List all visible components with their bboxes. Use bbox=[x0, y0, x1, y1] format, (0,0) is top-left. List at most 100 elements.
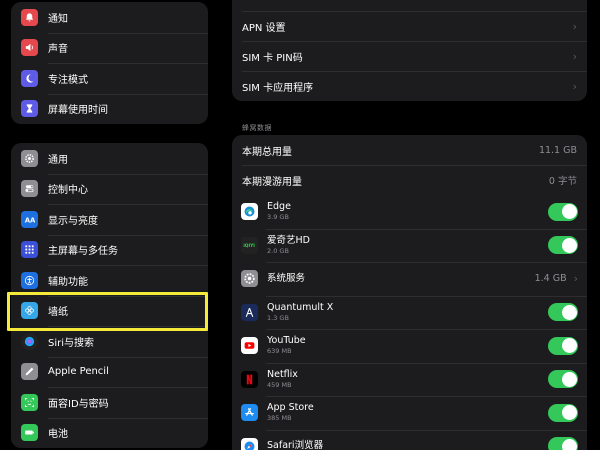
app-row-quantumult: Quantumult X 1.3 GB bbox=[232, 295, 587, 330]
app-row-system-services[interactable]: 系统服务 1.4 GB › bbox=[232, 262, 587, 296]
chevron-right-icon: › bbox=[573, 272, 578, 286]
pencil-icon bbox=[21, 363, 38, 381]
sidebar-item-label: 声音 bbox=[48, 44, 68, 56]
quantumult-cellular-toggle[interactable] bbox=[548, 303, 578, 322]
app-usage: 1.3 GB bbox=[267, 313, 289, 322]
gear-icon bbox=[241, 270, 258, 288]
app-name: App Store bbox=[267, 402, 314, 414]
app-name: Safari浏览器 bbox=[267, 440, 324, 450]
faceid-icon bbox=[21, 393, 38, 411]
sidebar-item-focus[interactable]: 专注模式 bbox=[11, 63, 208, 94]
sidebar-item-label: 电池 bbox=[48, 429, 68, 441]
sidebar-item-accessibility[interactable]: 辅助功能 bbox=[11, 265, 208, 296]
sidebar-item-siri[interactable]: Siri与搜索 bbox=[11, 326, 208, 357]
app-name: YouTube bbox=[267, 335, 306, 347]
sidebar-item-label: 通知 bbox=[48, 13, 68, 25]
sidebar-item-display[interactable]: AA 显示与亮度 bbox=[11, 204, 208, 235]
cellular-usage-group: 本期总用量 11.1 GB 本期漫游用量 0 字节 Edge 3.9 GB iQ… bbox=[232, 135, 587, 450]
flower-icon bbox=[21, 302, 38, 320]
switches-icon bbox=[21, 180, 38, 198]
speaker-icon bbox=[21, 39, 38, 57]
sidebar-item-sounds[interactable]: 声音 bbox=[11, 32, 208, 64]
sidebar-item-general[interactable]: 通用 bbox=[11, 143, 208, 174]
roaming-usage-row: 本期漫游用量 0 字节 bbox=[232, 165, 587, 195]
youtube-icon bbox=[241, 337, 258, 355]
row-value: 11.1 GB bbox=[538, 144, 577, 156]
sidebar-item-label: Apple Pencil bbox=[48, 366, 109, 378]
siri-icon bbox=[21, 332, 38, 350]
sidebar-item-label: 专注模式 bbox=[48, 74, 88, 86]
sim-applications-row[interactable]: SIM 卡应用程序 › bbox=[232, 71, 587, 101]
sidebar-item-label: 控制中心 bbox=[48, 185, 88, 197]
sim-pin-row[interactable]: SIM 卡 PIN码 › bbox=[232, 41, 587, 71]
app-name: 爱奇艺HD bbox=[267, 234, 310, 246]
grid-icon bbox=[21, 241, 38, 259]
sidebar-item-label: 屏幕使用时间 bbox=[48, 105, 108, 117]
app-row-safari: Safari浏览器 bbox=[232, 429, 587, 450]
safari-cellular-toggle[interactable] bbox=[548, 437, 578, 450]
sidebar-item-label: 面容ID与密码 bbox=[48, 398, 109, 410]
app-row-youtube: YouTube 639 MB bbox=[232, 329, 587, 363]
app-usage: 2.0 GB bbox=[267, 246, 289, 255]
chevron-right-icon: › bbox=[572, 19, 577, 33]
appstore-icon bbox=[241, 404, 258, 422]
app-row-edge: Edge 3.9 GB bbox=[232, 195, 587, 229]
safari-icon bbox=[241, 437, 258, 450]
battery-icon bbox=[21, 424, 38, 442]
aa-icon: AA bbox=[21, 210, 38, 228]
cellular-data-section-header: 蜂窝数据 bbox=[242, 124, 272, 132]
sidebar-item-control-center[interactable]: 控制中心 bbox=[11, 173, 208, 205]
sidebar-item-face-id[interactable]: 面容ID与密码 bbox=[11, 387, 208, 418]
chevron-right-icon: › bbox=[572, 49, 577, 63]
sidebar-item-notifications[interactable]: 通知 bbox=[11, 2, 208, 33]
netflix-cellular-toggle[interactable] bbox=[548, 370, 578, 389]
accessibility-icon bbox=[21, 271, 38, 289]
gear-icon bbox=[21, 149, 38, 167]
row-label: SIM 卡 PIN码 bbox=[242, 52, 303, 64]
row-label: 本期漫游用量 bbox=[242, 176, 302, 188]
sidebar-item-wallpaper[interactable]: 墙纸 bbox=[11, 295, 208, 327]
app-usage: 3.9 GB bbox=[267, 213, 289, 222]
app-usage: 385 MB bbox=[267, 414, 292, 423]
row-label: 本期总用量 bbox=[242, 146, 292, 158]
sidebar-item-label: 通用 bbox=[48, 154, 68, 166]
cellular-data-panel: APN 设置 › SIM 卡 PIN码 › SIM 卡应用程序 › 蜂窝数据 本… bbox=[216, 0, 600, 450]
sidebar-item-label: 墙纸 bbox=[48, 307, 68, 319]
app-usage: 1.4 GB bbox=[534, 273, 567, 285]
sidebar-item-label: 辅助功能 bbox=[48, 276, 88, 288]
iqiyi-icon: iQIYI bbox=[241, 236, 258, 254]
settings-sidebar: 通知 声音 专注模式 屏幕使用时间 通用 控制中心 AA 显示与亮度 主屏幕与多… bbox=[0, 0, 216, 450]
sidebar-item-label: 显示与亮度 bbox=[48, 215, 98, 227]
app-name: Netflix bbox=[267, 368, 298, 380]
app-store-cellular-toggle[interactable] bbox=[548, 403, 578, 422]
iqiyi-cellular-toggle[interactable] bbox=[548, 236, 578, 255]
sidebar-group-1: 通知 声音 专注模式 屏幕使用时间 bbox=[11, 2, 208, 124]
quantumult-icon bbox=[241, 303, 258, 321]
sidebar-item-battery[interactable]: 电池 bbox=[11, 417, 208, 449]
moon-icon bbox=[21, 69, 38, 87]
svg-text:AA: AA bbox=[25, 216, 35, 224]
app-name: Quantumult X bbox=[267, 301, 334, 313]
youtube-cellular-toggle[interactable] bbox=[548, 336, 578, 355]
app-name: 系统服务 bbox=[267, 272, 306, 284]
app-usage: 459 MB bbox=[267, 380, 292, 389]
sidebar-item-screen-time[interactable]: 屏幕使用时间 bbox=[11, 93, 208, 125]
sidebar-item-home-screen[interactable]: 主屏幕与多任务 bbox=[11, 234, 208, 266]
netflix-icon bbox=[241, 370, 258, 388]
sidebar-item-apple-pencil[interactable]: Apple Pencil bbox=[11, 356, 208, 388]
hourglass-icon bbox=[21, 100, 38, 118]
row-label: APN 设置 bbox=[242, 22, 286, 34]
network-selection-row[interactable] bbox=[232, 0, 587, 11]
chevron-right-icon: › bbox=[572, 79, 577, 93]
sidebar-item-label: Siri与搜索 bbox=[48, 337, 95, 349]
app-usage: 639 MB bbox=[267, 347, 292, 356]
app-name: Edge bbox=[267, 201, 291, 213]
edge-cellular-toggle[interactable] bbox=[548, 202, 578, 221]
sidebar-item-label: 主屏幕与多任务 bbox=[48, 246, 118, 258]
bell-icon bbox=[21, 8, 38, 26]
app-row-iqiyi: iQIYI 爱奇艺HD 2.0 GB bbox=[232, 228, 587, 263]
row-value: 0 字节 bbox=[548, 176, 577, 187]
apn-settings-row[interactable]: APN 设置 › bbox=[232, 11, 587, 41]
sim-settings-group: APN 设置 › SIM 卡 PIN码 › SIM 卡应用程序 › bbox=[232, 0, 587, 101]
current-period-usage-row: 本期总用量 11.1 GB bbox=[232, 135, 587, 165]
